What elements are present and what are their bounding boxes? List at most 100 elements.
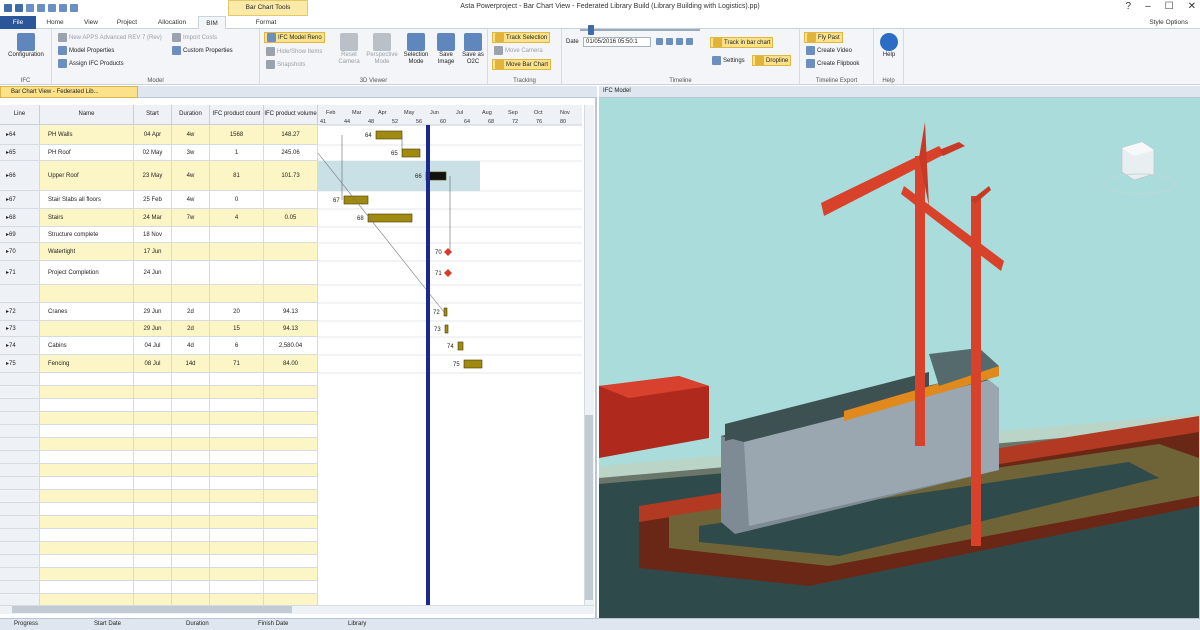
cell-count[interactable]: 6 <box>210 337 264 354</box>
cell-start[interactable]: 29 Jun <box>134 303 172 320</box>
cell-volume[interactable]: 245.06 <box>264 145 318 160</box>
empty-cell[interactable] <box>172 555 210 567</box>
empty-cell[interactable] <box>134 477 172 489</box>
save-image-button[interactable]: Save Image <box>434 33 458 66</box>
cell-volume[interactable]: 94.13 <box>264 321 318 336</box>
table-row[interactable] <box>0 285 318 303</box>
empty-row[interactable] <box>0 477 318 490</box>
empty-row[interactable] <box>0 555 318 568</box>
empty-row[interactable] <box>0 399 318 412</box>
empty-cell[interactable] <box>134 490 172 502</box>
cell-start[interactable]: 23 May <box>134 161 172 190</box>
horizontal-scrollbar-thumb[interactable] <box>12 606 292 613</box>
cell-volume[interactable]: 148.27 <box>264 125 318 144</box>
cell-duration[interactable]: 4w <box>172 191 210 208</box>
empty-cell[interactable] <box>172 477 210 489</box>
bar-chart-view-tab[interactable]: Bar Chart View - Federated Lib... <box>0 86 138 98</box>
building-3d-model[interactable] <box>599 86 1200 618</box>
help-question-icon[interactable]: ? <box>1126 1 1132 12</box>
empty-cell[interactable] <box>40 503 134 515</box>
empty-cell[interactable] <box>40 373 134 385</box>
cell-line[interactable]: ▸ 73 <box>0 321 40 336</box>
hide-show-items-button[interactable]: Hide/Show Items <box>266 47 322 56</box>
tab-home[interactable]: Home <box>40 16 70 29</box>
table-row[interactable]: ▸ 65 PH Roof 02 May 3w 1 245.06 <box>0 145 318 161</box>
cell-name[interactable]: Upper Roof <box>40 161 134 190</box>
cell-line[interactable]: ▸ 65 <box>0 145 40 160</box>
play-icon[interactable] <box>666 38 673 45</box>
empty-cell[interactable] <box>172 451 210 463</box>
cell-line[interactable]: ▸ 66 <box>0 161 40 190</box>
empty-cell[interactable] <box>134 412 172 424</box>
empty-cell[interactable] <box>210 542 264 554</box>
cell-count[interactable] <box>210 227 264 242</box>
empty-cell[interactable] <box>134 438 172 450</box>
tab-file[interactable]: File <box>0 16 36 29</box>
empty-cell[interactable] <box>210 568 264 580</box>
empty-row[interactable] <box>0 425 318 438</box>
empty-cell[interactable] <box>264 555 318 567</box>
cell-volume[interactable] <box>264 227 318 242</box>
empty-cell[interactable] <box>264 477 318 489</box>
empty-cell[interactable] <box>0 373 40 385</box>
empty-cell[interactable] <box>264 503 318 515</box>
cell-volume[interactable] <box>264 285 318 302</box>
cell-duration[interactable] <box>172 261 210 284</box>
empty-cell[interactable] <box>210 438 264 450</box>
track-selection-button[interactable]: Track Selection <box>492 32 551 43</box>
chart-icon[interactable] <box>59 4 67 12</box>
help-button[interactable]: Help <box>877 33 901 59</box>
new-model-button[interactable]: New APPS Advanced REV 7 (Rev) <box>58 33 162 42</box>
empty-cell[interactable] <box>134 568 172 580</box>
cell-count[interactable] <box>210 243 264 260</box>
tab-view[interactable]: View <box>76 16 106 29</box>
empty-cell[interactable] <box>40 438 134 450</box>
cell-name[interactable]: Fencing <box>40 355 134 372</box>
forward-icon[interactable] <box>686 38 693 45</box>
empty-cell[interactable] <box>134 399 172 411</box>
cell-volume[interactable]: 84.00 <box>264 355 318 372</box>
empty-cell[interactable] <box>40 451 134 463</box>
empty-cell[interactable] <box>210 464 264 476</box>
cell-volume[interactable]: 94.13 <box>264 303 318 320</box>
cell-duration[interactable]: 3w <box>172 145 210 160</box>
empty-cell[interactable] <box>264 490 318 502</box>
table-row[interactable]: ▸ 71 Project Completion 24 Jun <box>0 261 318 285</box>
empty-cell[interactable] <box>40 516 134 528</box>
empty-cell[interactable] <box>264 438 318 450</box>
cell-count[interactable] <box>210 261 264 284</box>
empty-cell[interactable] <box>264 386 318 398</box>
vertical-scrollbar-thumb[interactable] <box>585 415 593 600</box>
table-row[interactable]: ▸ 74 Cabins 04 Jul 4d 6 2,580.04 <box>0 337 318 355</box>
cell-volume[interactable] <box>264 243 318 260</box>
column-header-line[interactable]: Line <box>0 105 40 125</box>
cell-duration[interactable]: 14d <box>172 355 210 372</box>
cell-duration[interactable]: 2d <box>172 303 210 320</box>
empty-cell[interactable] <box>172 399 210 411</box>
empty-cell[interactable] <box>40 555 134 567</box>
cell-start[interactable]: 04 Apr <box>134 125 172 144</box>
empty-row[interactable] <box>0 581 318 594</box>
cell-name[interactable] <box>40 285 134 302</box>
empty-cell[interactable] <box>264 464 318 476</box>
empty-row[interactable] <box>0 490 318 503</box>
cell-volume[interactable]: 101.73 <box>264 161 318 190</box>
empty-cell[interactable] <box>210 451 264 463</box>
move-camera-button[interactable]: Move Camera <box>494 46 543 55</box>
cell-name[interactable]: Stairs <box>40 209 134 226</box>
tab-format[interactable]: Format <box>236 16 296 29</box>
cell-start[interactable] <box>134 285 172 302</box>
empty-row[interactable] <box>0 529 318 542</box>
empty-cell[interactable] <box>0 542 40 554</box>
empty-cell[interactable] <box>264 373 318 385</box>
cell-start[interactable]: 17 Jun <box>134 243 172 260</box>
table-row[interactable]: ▸ 64 PH Walls 04 Apr 4w 1568 148.27 <box>0 125 318 145</box>
empty-cell[interactable] <box>172 373 210 385</box>
cell-duration[interactable] <box>172 227 210 242</box>
empty-row[interactable] <box>0 464 318 477</box>
empty-cell[interactable] <box>210 399 264 411</box>
empty-cell[interactable] <box>172 503 210 515</box>
empty-cell[interactable] <box>40 542 134 554</box>
empty-cell[interactable] <box>0 581 40 593</box>
empty-cell[interactable] <box>172 464 210 476</box>
